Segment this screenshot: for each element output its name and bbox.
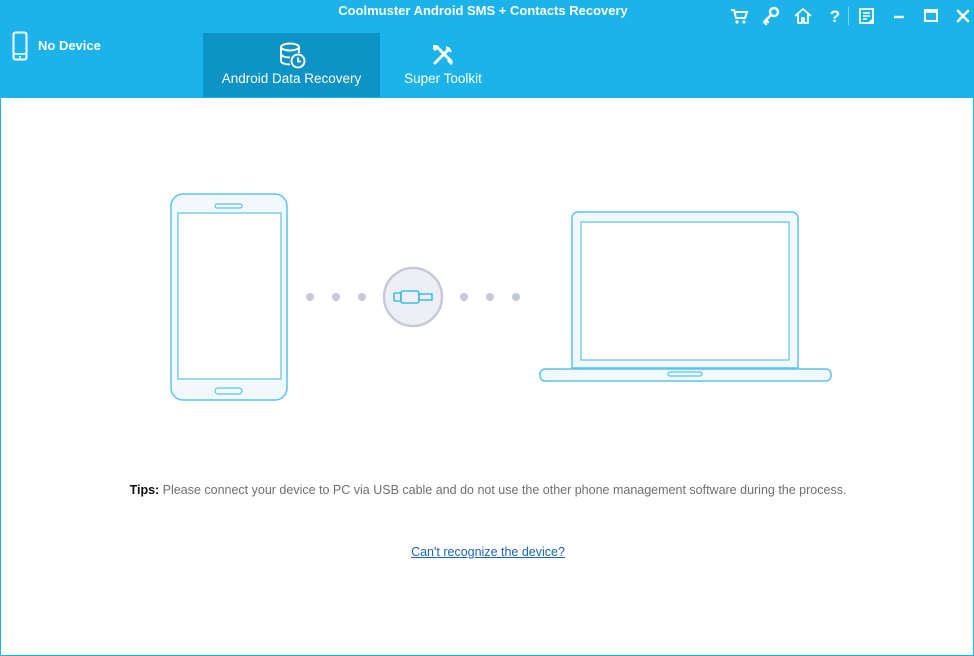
phone-icon — [12, 31, 28, 61]
svg-text:?: ? — [830, 7, 840, 26]
tools-icon — [433, 45, 453, 65]
tips-message: Please connect your device to PC via USB… — [159, 483, 847, 497]
home-icon[interactable] — [792, 5, 814, 27]
tab-label: Super Toolkit — [404, 71, 482, 86]
close-icon[interactable] — [952, 5, 974, 27]
tips-text: Tips: Please connect your device to PC v… — [1, 483, 974, 497]
tab-label: Android Data Recovery — [221, 71, 362, 86]
cant-recognize-device-link[interactable]: Can't recognize the device? — [411, 545, 565, 559]
device-status-label: No Device — [38, 38, 101, 53]
connection-dots-left — [306, 293, 366, 301]
minimize-icon[interactable] — [888, 5, 910, 27]
phone-illustration — [170, 193, 288, 401]
connect-device-illustration — [170, 193, 832, 401]
key-icon[interactable] — [760, 5, 782, 27]
feedback-icon[interactable] — [856, 5, 878, 27]
maximize-icon[interactable] — [920, 5, 942, 27]
app-title: Coolmuster Android SMS + Contacts Recove… — [338, 3, 628, 18]
tab-super-toolkit[interactable]: Super Toolkit — [385, 33, 501, 97]
help-link-container: Can't recognize the device? — [1, 545, 974, 559]
cart-icon[interactable] — [728, 5, 750, 27]
tips-label: Tips: — [129, 483, 160, 497]
main-content: Tips: Please connect your device to PC v… — [0, 98, 974, 656]
usb-cable-icon — [382, 266, 444, 328]
help-icon[interactable]: ? — [824, 5, 846, 27]
toolbar-divider — [848, 7, 849, 25]
connection-dots-right — [460, 293, 520, 301]
tab-android-data-recovery[interactable]: Android Data Recovery — [203, 33, 380, 97]
laptop-illustration — [539, 211, 832, 382]
title-bar: Coolmuster Android SMS + Contacts Recove… — [0, 0, 974, 98]
database-clock-icon — [279, 42, 305, 69]
